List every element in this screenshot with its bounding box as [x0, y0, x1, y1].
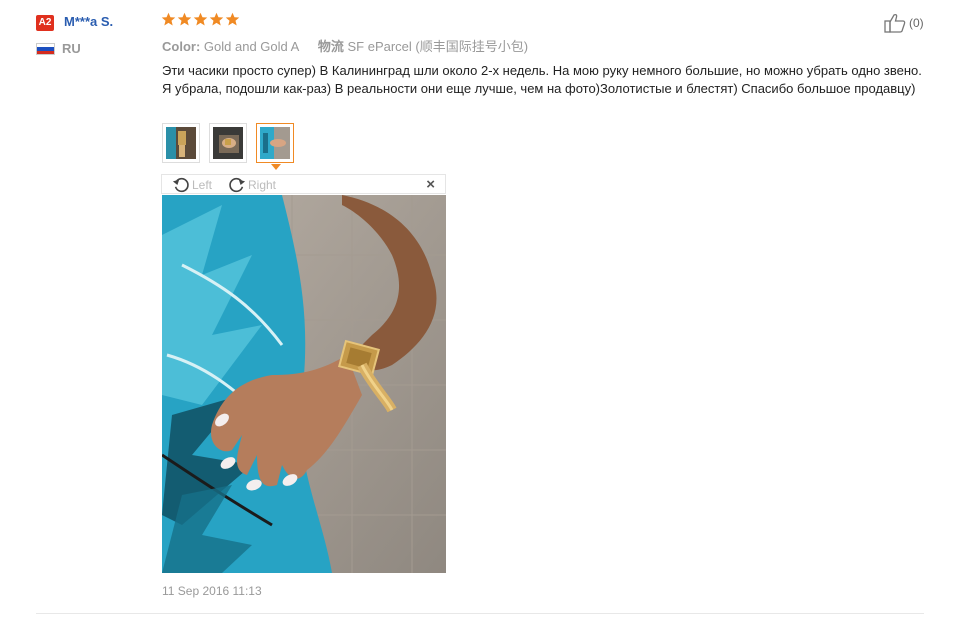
- rotate-left-button[interactable]: Left: [172, 176, 212, 194]
- rotate-left-label: Left: [192, 178, 213, 192]
- photo-viewer-toolbar: Left Right ×: [161, 174, 446, 194]
- review-meta: Color: Gold and Gold A 物流 SF eParcel (顺丰…: [162, 36, 528, 55]
- star-icon: [177, 12, 192, 26]
- photo-thumbnail[interactable]: [209, 123, 247, 163]
- user-level-badge: A2: [36, 15, 54, 31]
- reviewer-country: RU: [62, 41, 81, 56]
- shipping-value: SF eParcel (顺丰国际挂号小包): [347, 39, 529, 54]
- close-viewer-button[interactable]: ×: [426, 176, 435, 193]
- star-icon: [193, 12, 208, 26]
- color-label: Color:: [162, 39, 201, 54]
- helpful-count: (0): [909, 16, 924, 30]
- rotate-left-icon: [172, 177, 189, 193]
- star-icon: [209, 12, 224, 26]
- thumbs-up-icon: [884, 13, 906, 33]
- rotate-right-button[interactable]: Right: [228, 176, 276, 194]
- rotate-right-label: Right: [248, 178, 277, 192]
- review-photo-large: [162, 195, 446, 573]
- star-icon: [161, 12, 176, 26]
- review-divider: [36, 613, 924, 614]
- star-icon: [225, 12, 240, 26]
- country-flag-icon: [36, 43, 55, 55]
- selected-thumbnail-pointer: [271, 164, 281, 170]
- photo-thumbnail[interactable]: [162, 123, 200, 163]
- review-text: Эти часики просто супер) В Калининград ш…: [162, 63, 922, 96]
- shipping-label: 物流: [317, 39, 344, 54]
- reviewer-name: M***a S.: [64, 14, 114, 29]
- color-value: Gold and Gold A: [203, 39, 299, 54]
- review-date: 11 Sep 2016 11:13: [162, 584, 262, 598]
- review-photo-thumbnails: [162, 123, 294, 163]
- photo-thumbnail-selected[interactable]: [256, 123, 294, 163]
- rating-stars: [161, 12, 240, 27]
- helpful-button[interactable]: (0): [884, 13, 924, 33]
- rotate-right-icon: [229, 177, 246, 193]
